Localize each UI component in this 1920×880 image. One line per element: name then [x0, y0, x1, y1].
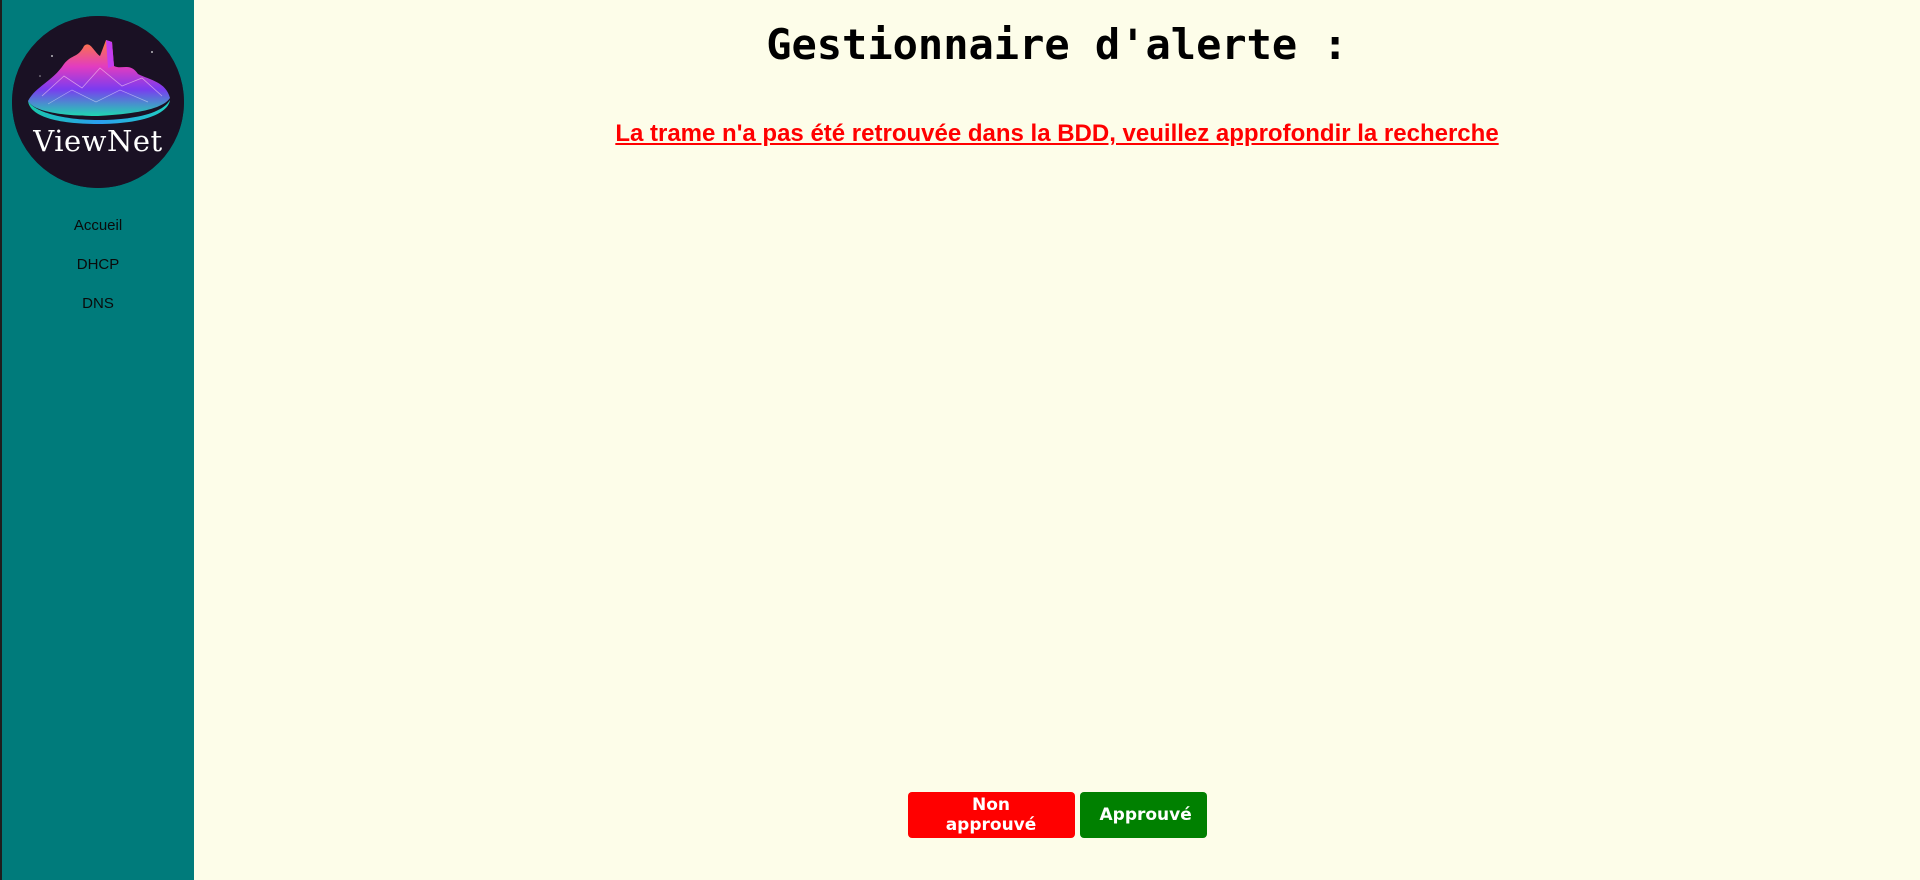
viewnet-logo[interactable]: ViewNet	[12, 16, 184, 188]
action-bar: Non approuvé Approuvé	[194, 792, 1920, 838]
sidebar-nav: Accueil DHCP DNS	[2, 216, 194, 333]
alert-message: La trame n'a pas été retrouvée dans la B…	[615, 120, 1499, 147]
app-window: ViewNet Accueil DHCP DNS Gestionnaire d'…	[0, 0, 1920, 880]
page-title: Gestionnaire d'alerte :	[766, 20, 1348, 69]
nav-item-dhcp[interactable]: DHCP	[2, 255, 194, 275]
nav-item-accueil[interactable]: Accueil	[2, 216, 194, 236]
approve-button[interactable]: Approuvé	[1079, 792, 1207, 838]
logo-mountain-graphic	[12, 16, 184, 188]
logo-text: ViewNet	[33, 124, 163, 158]
reject-button[interactable]: Non approuvé	[907, 792, 1075, 838]
sidebar: ViewNet Accueil DHCP DNS	[2, 0, 194, 880]
nav-item-dns[interactable]: DNS	[2, 294, 194, 314]
main-content: Gestionnaire d'alerte : La trame n'a pas…	[194, 0, 1920, 880]
